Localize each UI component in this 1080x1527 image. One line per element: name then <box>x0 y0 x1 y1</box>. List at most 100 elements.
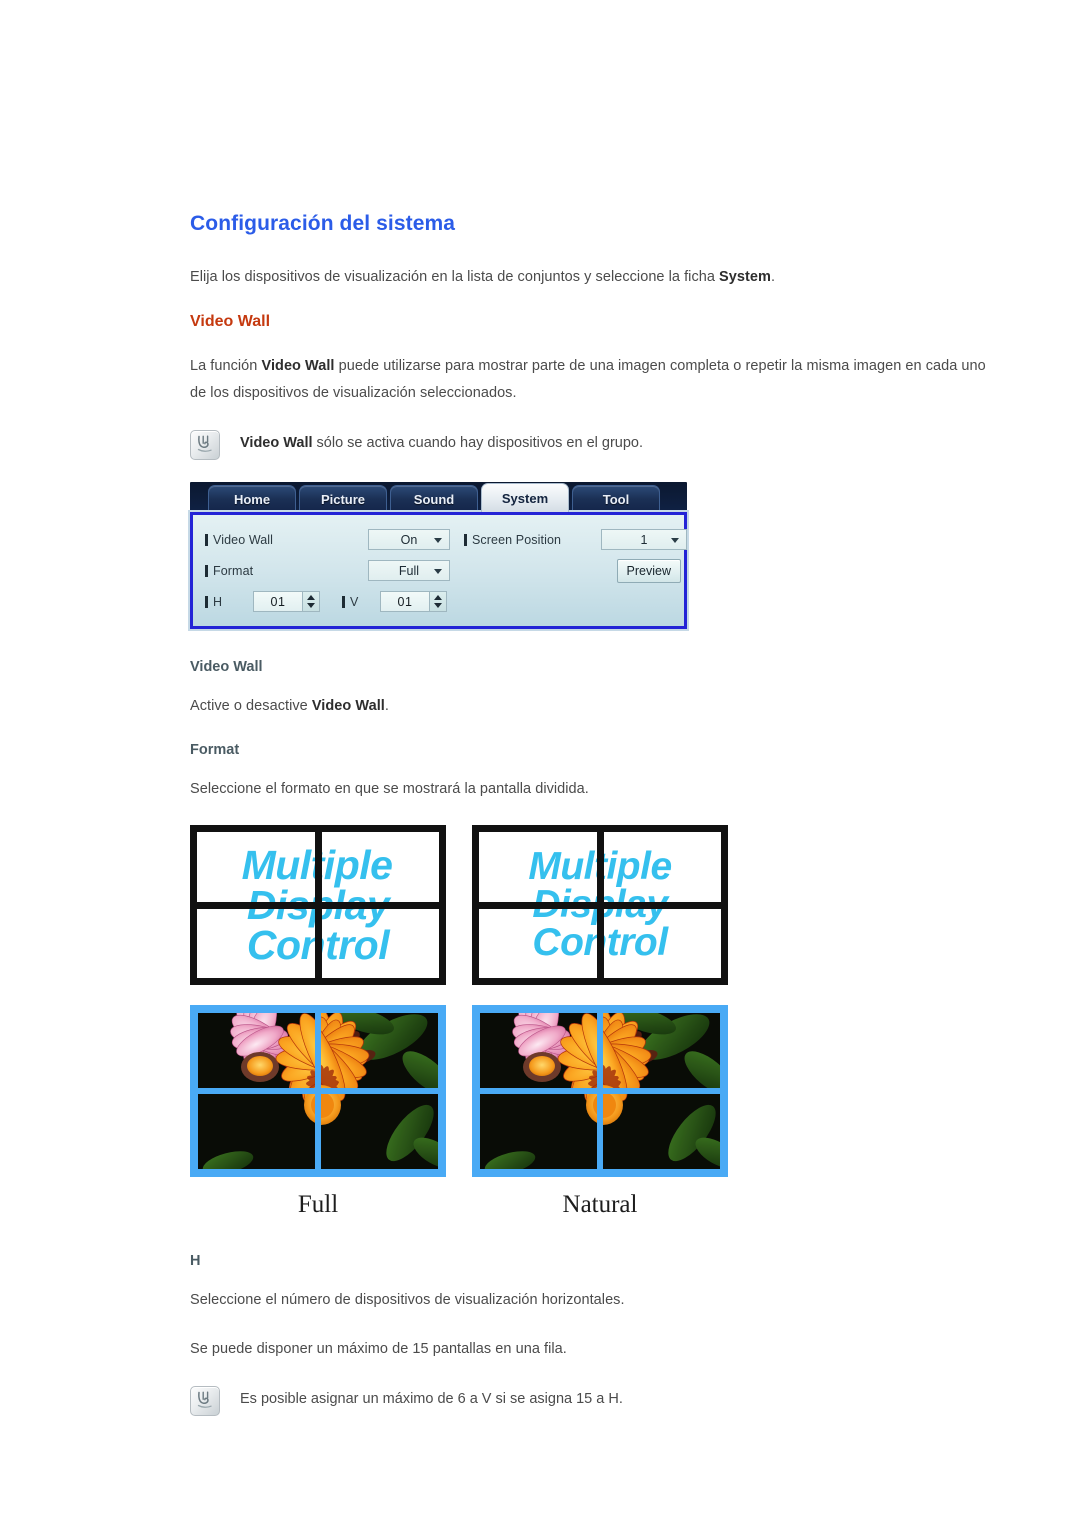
wall-pane <box>197 908 315 978</box>
label-format: Format <box>205 564 368 578</box>
wall-panes-full <box>190 825 446 985</box>
wall-diagram-natural: Multiple Display Control <box>472 825 728 985</box>
arrow-up-icon[interactable] <box>434 595 442 601</box>
photo-cell <box>480 1013 597 1088</box>
intro-text-bold: System <box>719 269 771 285</box>
row-preview: Preview <box>464 555 687 586</box>
photo-wall-full <box>190 1005 446 1177</box>
preview-button[interactable]: Preview <box>616 558 681 583</box>
select-format[interactable]: Full <box>368 560 450 581</box>
row-video-wall: Video Wall On <box>205 524 450 555</box>
stepper-v-buttons[interactable] <box>429 592 446 611</box>
stepper-h[interactable]: 01 <box>253 591 320 612</box>
sub1-pre: Seleccione el formato en que se mostrará… <box>190 781 589 797</box>
tab-tool[interactable]: Tool <box>572 485 660 512</box>
photo-wall-grid-full <box>198 1013 438 1169</box>
mdc-right-column: Screen Position 1 Preview <box>464 524 687 617</box>
tab-picture-label: Picture <box>320 491 366 507</box>
row-format: Format Full <box>205 555 450 586</box>
note-h-text: Es posible asignar un máximo de 6 a V si… <box>240 1391 623 1407</box>
document-page: Configuración del sistema Elija los disp… <box>0 0 1080 1527</box>
video-wall-description: La función Video Wall puede utilizarse p… <box>190 353 990 407</box>
arrow-up-icon[interactable] <box>307 595 315 601</box>
wall-pane <box>603 908 721 978</box>
tab-tool-label: Tool <box>602 491 630 507</box>
mdc-left-column: Video Wall On Format Full H 01 V 01 <box>205 524 450 617</box>
note-video-wall-text: Video Wall sólo se activa cuando hay dis… <box>240 429 643 457</box>
tab-system-label: System <box>501 490 549 506</box>
mdc-panel-body-inner: Video Wall On Format Full H 01 V 01 Scre… <box>193 515 687 626</box>
stepper-h-value: 01 <box>270 594 286 609</box>
row-screen-position: Screen Position 1 <box>464 524 687 555</box>
note-vw-bold: Video Wall <box>240 435 313 451</box>
wall-pane <box>479 832 597 902</box>
arrow-down-icon[interactable] <box>434 602 442 608</box>
tab-picture[interactable]: Picture <box>299 485 387 512</box>
row-h-v: H 01 V 01 <box>205 586 450 617</box>
flower-image <box>603 1094 720 1169</box>
tab-sound-label: Sound <box>413 491 455 507</box>
mdc-panel-screenshot: Home Picture Sound System Tool Video Wal… <box>190 482 687 629</box>
subsection-heading-format: Format <box>190 742 240 758</box>
wall-diagram-full: Multiple Display Control <box>190 825 446 985</box>
wall-pane <box>603 832 721 902</box>
stepper-v[interactable]: 01 <box>380 591 447 612</box>
chevron-down-icon <box>671 537 679 543</box>
photo-cell <box>198 1013 315 1088</box>
stepper-h-buttons[interactable] <box>302 592 319 611</box>
label-h: H <box>205 595 253 609</box>
page-title: Configuración del sistema <box>190 212 456 235</box>
format-example-full: Multiple Display Control <box>190 825 446 1177</box>
wall-pane <box>321 908 439 978</box>
select-screen-position[interactable]: 1 <box>601 529 687 550</box>
arrow-down-icon[interactable] <box>307 602 315 608</box>
format-captions: Full Natural <box>190 1191 990 1219</box>
sub0-pre: Active o desactive <box>190 698 312 714</box>
mdc-tab-bar: Home Picture Sound System Tool <box>190 482 687 512</box>
intro-paragraph: Elija los dispositivos de visualización … <box>190 264 990 291</box>
subsection-heading-h: H <box>190 1253 201 1269</box>
tab-home[interactable]: Home <box>208 485 296 512</box>
mdc-panel-body: Video Wall On Format Full H 01 V 01 Scre… <box>190 512 687 629</box>
stepper-v-value: 01 <box>397 594 413 609</box>
section-heading-video-wall: Video Wall <box>190 313 271 330</box>
preview-button-label: Preview <box>626 563 671 578</box>
page-content: Configuración del sistema Elija los disp… <box>190 212 990 1438</box>
chevron-down-icon <box>434 537 442 543</box>
note-vw-rest: sólo se activa cuando hay dispositivos e… <box>312 435 643 451</box>
select-video-wall[interactable]: On <box>368 529 450 550</box>
chevron-down-icon <box>434 568 442 574</box>
sub0-post: . <box>384 698 389 714</box>
subsection-body-video-wall: Active o desactive Video Wall. <box>190 693 990 720</box>
h-section-line-2: Se puede disponer un máximo de 15 pantal… <box>190 1341 567 1357</box>
select-video-wall-value: On <box>400 532 418 547</box>
vw-desc-bold: Video Wall <box>261 358 335 374</box>
flower-image <box>603 1013 720 1088</box>
note-pen-glyph <box>197 435 212 452</box>
label-v: V <box>342 595 380 609</box>
note-h-section: Es posible asignar un máximo de 6 a V si… <box>190 1385 990 1416</box>
photo-cell <box>321 1013 438 1088</box>
subsection-heading-video-wall: Video Wall <box>190 659 263 675</box>
sub0-bold: Video Wall <box>311 698 385 714</box>
wall-pane <box>197 832 315 902</box>
wall-pane <box>321 832 439 902</box>
intro-text-post: . <box>770 269 776 285</box>
flower-image <box>198 1013 315 1088</box>
label-screen-position: Screen Position <box>464 533 601 547</box>
photo-cell <box>321 1094 438 1169</box>
flower-image <box>198 1094 315 1169</box>
flower-image <box>480 1094 597 1169</box>
flower-image <box>480 1013 597 1088</box>
flower-image <box>321 1094 438 1169</box>
wall-panes-natural <box>472 825 728 985</box>
select-format-value: Full <box>398 563 420 578</box>
tab-system[interactable]: System <box>481 483 569 512</box>
caption-full: Full <box>297 1191 339 1218</box>
photo-wall-natural <box>472 1005 728 1177</box>
wall-pane <box>479 908 597 978</box>
row-right-spacer <box>464 586 687 617</box>
tab-sound[interactable]: Sound <box>390 485 478 512</box>
select-screen-position-value: 1 <box>640 532 648 547</box>
